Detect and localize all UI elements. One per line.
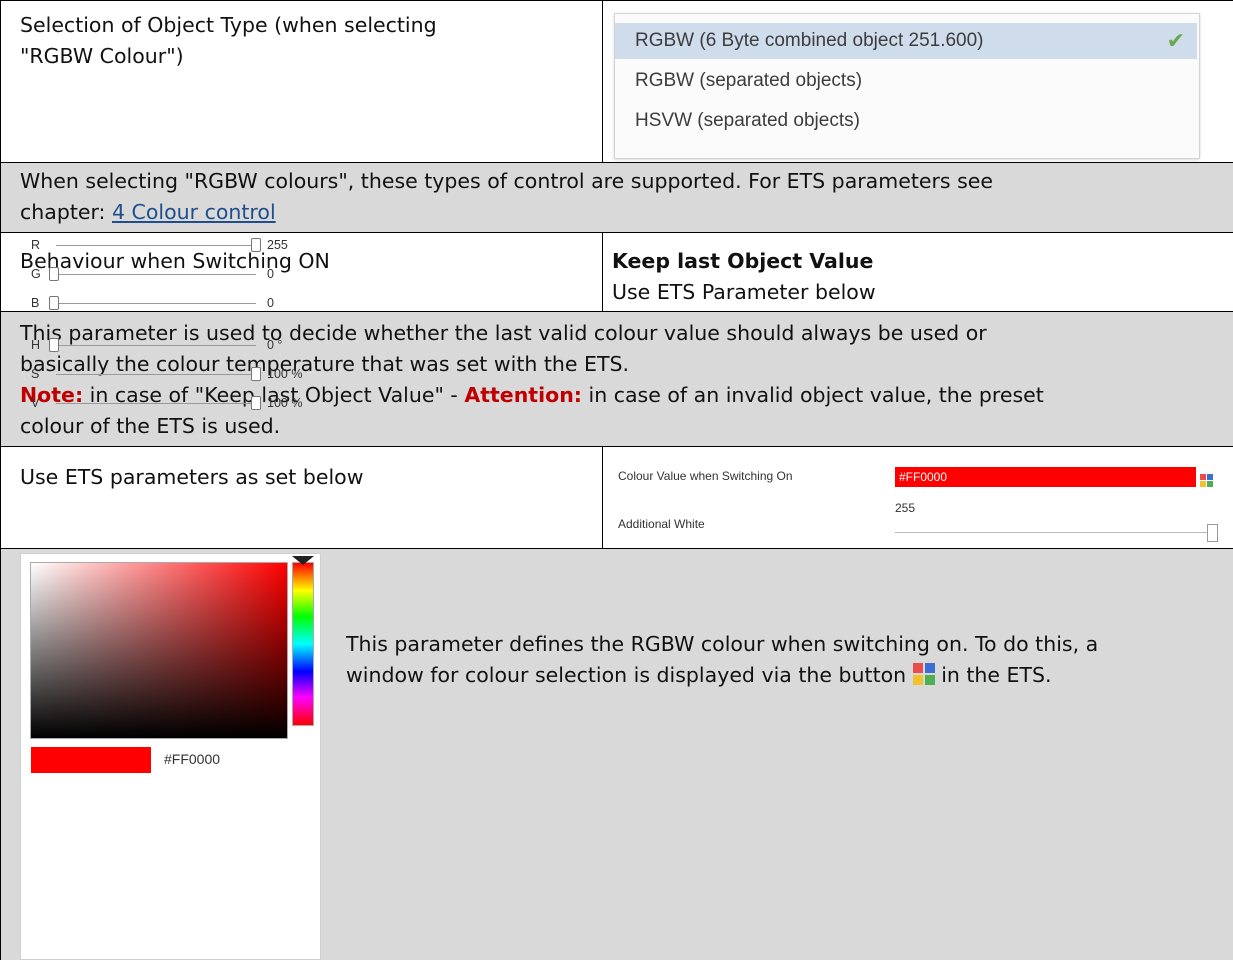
slider-label: H [31, 338, 41, 352]
additional-white-track [895, 532, 1213, 533]
ets-params-form-cell: Colour Value when Switching On #FF0000 A… [602, 446, 1233, 549]
checkmark-icon: ✔ [1166, 28, 1185, 53]
behaviour-option-keep-last: Keep last Object Value [612, 249, 874, 273]
behaviour-options-cell: Keep last Object Value Use ETS Parameter… [602, 232, 1233, 312]
object-type-label-cell: Selection of Object Type (when selecting… [0, 0, 603, 163]
slider-row-h: H 0 ° [21, 335, 320, 357]
slider-track [56, 403, 256, 404]
slider-row-s: S 100 % [21, 364, 320, 386]
additional-white-label: Additional White [618, 517, 705, 531]
slider-row-v: V 100 % [21, 393, 320, 415]
hue-marker-icon [292, 556, 314, 565]
slider-track [56, 303, 256, 304]
colour-picker-dialog: #FF0000 R 255 G 0 B 0 H 0 ° S 100 % V 100 % [20, 238, 321, 960]
slider-row-r: R 255 [21, 235, 320, 257]
slider-row-g: G0 [21, 264, 320, 286]
attention-label: Attention: [464, 383, 582, 407]
row-colour-types-description: When selecting "RGBW colours", these typ… [0, 162, 1233, 233]
colour-control-chapter-link[interactable]: 4 Colour control [112, 200, 276, 224]
slider-value: 100 % [267, 367, 303, 381]
slider-value: 0 [267, 267, 274, 281]
object-type-dropdown-list[interactable]: RGBW (6 Byte combined object 251.600) ✔ … [614, 13, 1200, 159]
additional-white-value: 255 [895, 501, 916, 515]
slider-track [56, 374, 256, 375]
slider-thumb[interactable] [251, 396, 261, 410]
current-colour-swatch [31, 747, 151, 773]
dropdown-option-rgbw-separated[interactable]: RGBW (separated objects) [615, 63, 1197, 99]
ets-params-label-cell: Use ETS parameters as set below [0, 446, 603, 549]
slider-thumb[interactable] [49, 338, 59, 352]
additional-white-slider-thumb[interactable] [1207, 524, 1218, 542]
slider-value: 100 % [267, 396, 303, 410]
slider-value: 255 [267, 238, 288, 252]
slider-thumb[interactable] [49, 296, 59, 310]
slider-label: G [31, 267, 41, 281]
slider-track [56, 274, 256, 275]
colour-palette-icon [1200, 474, 1214, 488]
slider-label: R [31, 238, 41, 252]
slider-value: 0 [267, 296, 274, 310]
colour-value-label: Colour Value when Switching On [618, 469, 793, 483]
slider-thumb[interactable] [251, 238, 261, 252]
slider-label: B [31, 296, 40, 310]
dropdown-option-rgbw-combined[interactable]: RGBW (6 Byte combined object 251.600) ✔ [615, 23, 1197, 59]
dropdown-option-hsvw-separated[interactable]: HSVW (separated objects) [615, 103, 1197, 139]
hue-bar[interactable] [292, 556, 314, 726]
behaviour-option-use-ets: Use ETS Parameter below [612, 280, 876, 304]
slider-label: S [31, 367, 40, 381]
slider-track [56, 245, 256, 246]
slider-thumb[interactable] [251, 367, 261, 381]
colour-picker-description: This parameter defines the RGBW colour w… [346, 632, 1099, 687]
saturation-value-area[interactable] [30, 562, 288, 739]
slider-value: 0 ° [267, 338, 283, 352]
colour-picker-button[interactable] [1200, 470, 1214, 489]
current-colour-hex: #FF0000 [164, 751, 221, 767]
slider-label: V [31, 396, 40, 410]
ets-params-label: Use ETS parameters as set below [20, 465, 364, 489]
object-type-label: Selection of Object Type (when selecting… [20, 13, 437, 68]
colour-value-field[interactable]: #FF0000 [895, 467, 1196, 487]
slider-thumb[interactable] [49, 267, 59, 281]
colour-palette-icon [912, 663, 935, 685]
slider-track [56, 345, 256, 346]
slider-row-b: B0 [21, 293, 320, 315]
